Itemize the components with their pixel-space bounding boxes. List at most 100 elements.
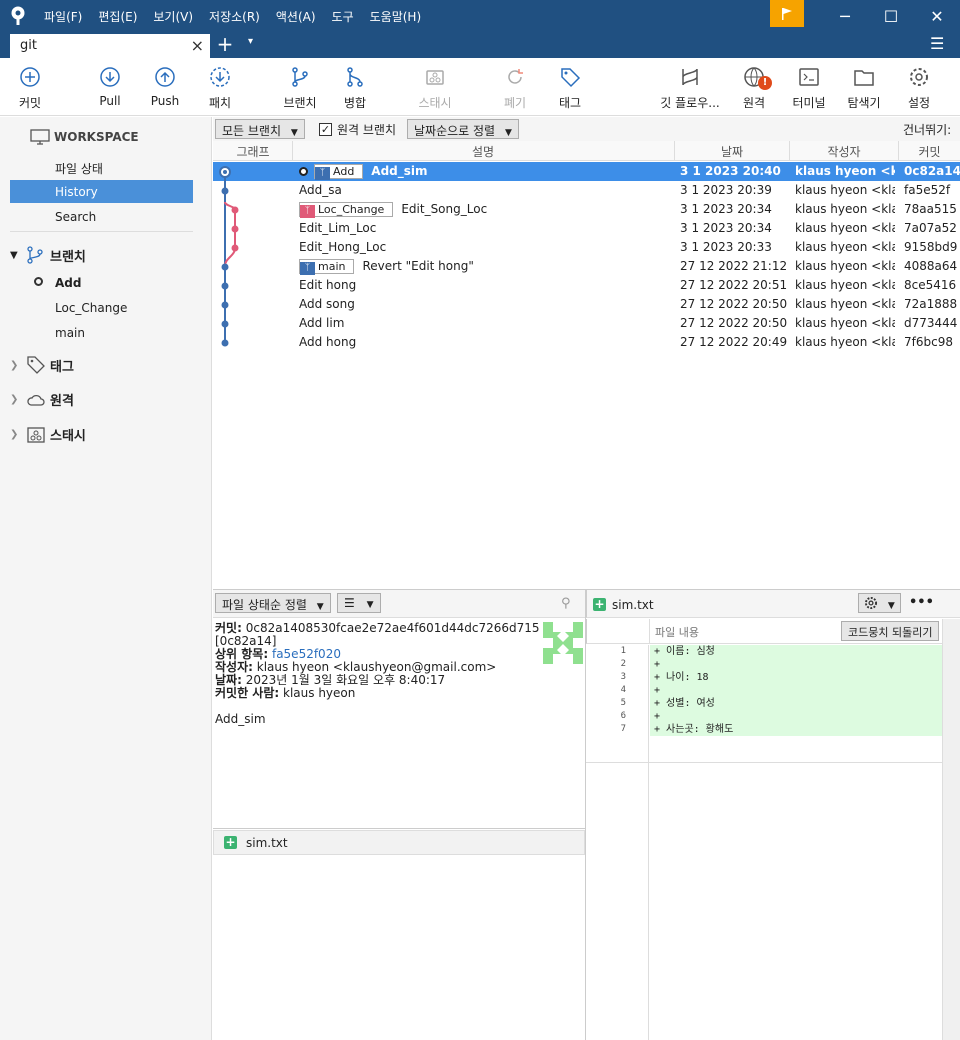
diff-line-added: + 나이: 18 [650, 671, 942, 684]
parent-key: 상위 항목: [215, 647, 269, 661]
commit-row[interactable]: Edit_Hong_Loc 3 1 2023 20:33 klaus hyeon <… [213, 238, 960, 257]
commit-row[interactable]: Add song 27 12 2022 20:50 klaus hyeon <kla… [213, 295, 960, 314]
sidebar-branch-main[interactable]: main [10, 321, 193, 344]
tags-header[interactable]: ❯ 태그 [10, 355, 74, 375]
diff-line-added: + [650, 684, 942, 697]
diff-settings-dropdown[interactable]: ▼ [858, 593, 901, 613]
author-column-header[interactable]: 작성자 [790, 143, 898, 160]
folder-icon [854, 70, 874, 86]
file-list-area [213, 855, 585, 1040]
tab-close-button[interactable]: × [191, 36, 204, 55]
commit-row[interactable]: Edit hong 27 12 2022 20:51 klaus hyeon <kl… [213, 276, 960, 295]
merge-button[interactable]: 병합 [325, 64, 385, 111]
menu-edit[interactable]: 편집(E) [90, 8, 145, 25]
tag-button[interactable]: 태그 [540, 64, 600, 111]
search-icon[interactable]: ⚲ [561, 596, 571, 611]
changed-file-row[interactable]: + sim.txt [213, 830, 585, 855]
explorer-button[interactable]: 탐색기 [834, 64, 894, 111]
maximize-button[interactable]: ☐ [868, 0, 914, 32]
sidebar-branch-add[interactable]: Add [10, 271, 193, 294]
commit-row[interactable]: Add_sa 3 1 2023 20:39 klaus hyeon <klau fa5… [213, 181, 960, 200]
terminal-button[interactable]: 터미널 [779, 64, 839, 111]
sidebar-item-search[interactable]: Search [10, 205, 193, 228]
commit-row[interactable]: ᛉ main Revert "Edit hong" 27 12 2022 21:12 k… [213, 257, 960, 276]
commit-button[interactable]: 커밋 [0, 64, 60, 111]
flag-icon [782, 7, 792, 20]
menu-view[interactable]: 보기(V) [145, 8, 201, 25]
commit-column-header[interactable]: 커밋 [899, 143, 960, 160]
remote-button[interactable]: ! 원격 [724, 64, 784, 111]
sidebar: WORKSPACE 파일 상태 History Search ▼ 브랜치 Add… [0, 117, 212, 1040]
menu-help[interactable]: 도움말(H) [362, 8, 430, 25]
commit-description: Edit_Lim_Loc [299, 221, 376, 235]
settings-button[interactable]: 설정 [889, 64, 949, 111]
push-button[interactable]: Push [135, 64, 195, 108]
fetch-label: 패치 [208, 96, 232, 110]
branch-filter-dropdown[interactable]: 모든 브랜치 ▼ [215, 119, 305, 139]
file-sort-dropdown[interactable]: 파일 상태순 정렬 ▼ [215, 593, 331, 613]
view-mode-dropdown[interactable]: ☰ ▼ [337, 593, 381, 613]
parent-link[interactable]: fa5e52f020 [272, 647, 341, 661]
title-bar: 파일(F) 편집(E) 보기(V) 저장소(R) 액션(A) 도구 도움말(H)… [0, 0, 960, 32]
toolbar: 커밋 Pull Push 패치 브랜치 병합 스태시 폐기 태그 깃 플로우..… [0, 58, 960, 116]
discard-button[interactable]: 폐기 [485, 64, 545, 111]
arrow-down-circle-icon [100, 67, 120, 87]
commit-row[interactable]: Edit_Lim_Loc 3 1 2023 20:34 klaus hyeon <k… [213, 219, 960, 238]
commit-message: Add song [299, 297, 355, 311]
branches-header[interactable]: ▼ 브랜치 [10, 245, 86, 265]
diff-scrollbar[interactable] [942, 619, 960, 1040]
commit-date: 27 12 2022 20:49 [680, 335, 788, 349]
commit-row[interactable]: ᛉAdd Add_sim 3 1 2023 20:40 klaus hyeon <kl… [213, 162, 960, 181]
menu-file[interactable]: 파일(F) [36, 8, 90, 25]
diff-end-divider [586, 762, 942, 763]
new-tab-button[interactable]: + [215, 32, 235, 56]
menu-tools[interactable]: 도구 [324, 8, 362, 25]
commit-row[interactable]: ᛉ Loc_Change Edit_Song_Loc 3 1 2023 20:34 kl… [213, 200, 960, 219]
commit-author: klaus hyeon <kla [795, 164, 895, 178]
graph-node [231, 206, 239, 214]
avatar [543, 622, 583, 664]
branch-icon: ᛉ [300, 205, 315, 218]
more-options-button[interactable]: ••• [909, 595, 934, 610]
gitflow-button[interactable]: 깃 플로우... [660, 64, 720, 111]
sidebar-branch-loc-change[interactable]: Loc_Change [10, 296, 193, 319]
stashes-header[interactable]: ❯ 스태시 [10, 425, 86, 444]
close-window-button[interactable]: ✕ [914, 0, 960, 32]
remotes-header[interactable]: ❯ 원격 [10, 390, 74, 409]
hamburger-menu-button[interactable]: ☰ [930, 34, 944, 53]
graph-column-header[interactable]: 그래프 [213, 143, 293, 160]
graph-node [221, 263, 229, 271]
commit-date: 3 1 2023 20:39 [680, 183, 772, 197]
minimize-button[interactable]: ─ [822, 0, 868, 32]
pull-button[interactable]: Pull [80, 64, 140, 108]
chevron-right-icon: ❯ [10, 429, 19, 440]
date-column-header[interactable]: 날짜 [675, 143, 789, 160]
branch-button[interactable]: 브랜치 [270, 64, 330, 111]
description-column-header[interactable]: 설명 [293, 143, 673, 160]
revert-hunk-button[interactable]: 코드뭉치 되돌리기 [841, 621, 940, 641]
menu-actions[interactable]: 액션(A) [268, 8, 324, 25]
commit-hash: 72a1888 [904, 297, 958, 311]
sort-dropdown[interactable]: 날짜순으로 정렬 ▼ [407, 119, 519, 139]
branch-icon: ᛉ [315, 167, 330, 180]
remote-branches-checkbox[interactable]: ✓ 원격 브랜치 [319, 121, 396, 138]
tab-git[interactable]: git × [10, 34, 210, 58]
arrow-up-circle-icon [155, 67, 175, 87]
branch-filter-label: 모든 브랜치 [222, 124, 282, 138]
commit-row[interactable]: Add lim 27 12 2022 20:50 klaus hyeon <klau… [213, 314, 960, 333]
tab-dropdown-button[interactable]: ▾ [248, 36, 253, 47]
commit-graph [219, 166, 239, 347]
date-key: 날짜: [215, 673, 242, 687]
sidebar-item-file-status[interactable]: 파일 상태 [10, 155, 193, 178]
cloud-icon [27, 394, 45, 406]
author-value: klaus hyeon <klaushyeon@gmail.com> [256, 660, 497, 674]
fetch-button[interactable]: 패치 [190, 64, 250, 111]
stash-button[interactable]: 스태시 [405, 64, 465, 111]
stash-label: 스태시 [418, 96, 452, 110]
commit-row[interactable]: Add hong 27 12 2022 20:49 klaus hyeon <kla… [213, 333, 960, 352]
flag-button[interactable] [770, 0, 804, 27]
sidebar-item-history[interactable]: History [10, 180, 193, 203]
head-marker-icon [299, 167, 308, 176]
line-number: 4 [620, 685, 626, 695]
menu-repository[interactable]: 저장소(R) [201, 8, 268, 25]
